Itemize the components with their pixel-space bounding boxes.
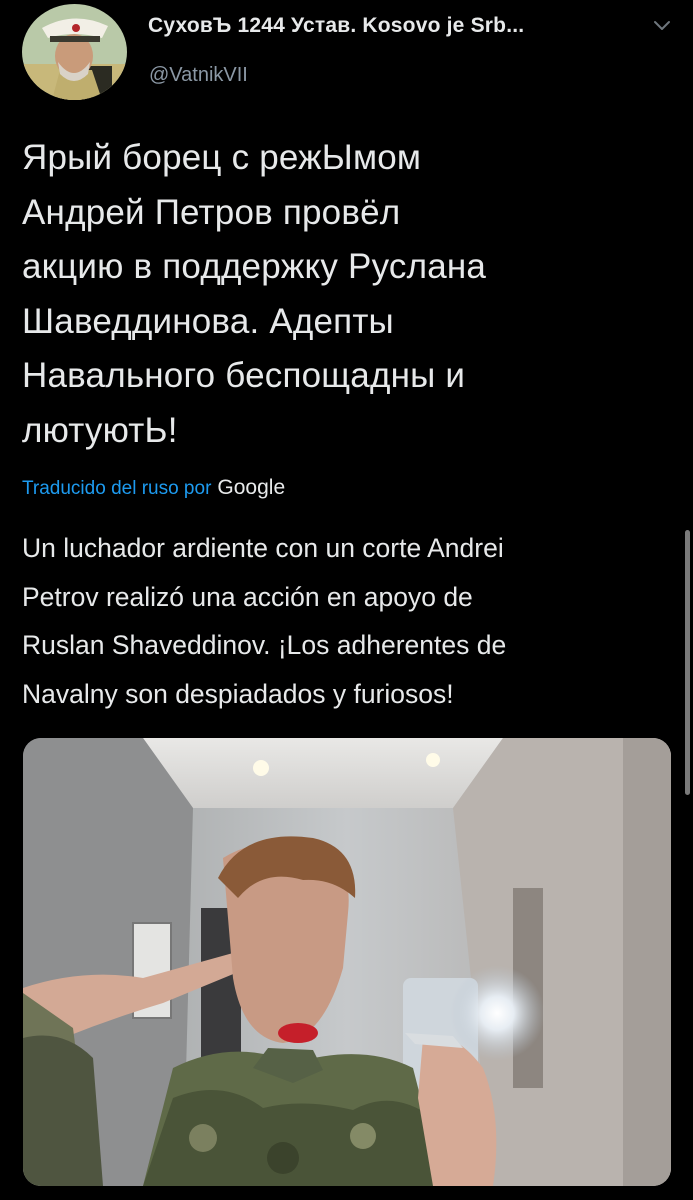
translator-name: Google: [217, 476, 286, 499]
translation-attribution[interactable]: Traducido del ruso por Google: [22, 476, 285, 500]
translated-by-label[interactable]: Traducido del ruso por: [22, 478, 211, 499]
display-name[interactable]: СуховЪ 1244 Устав. Kosovo je Srb...: [148, 14, 524, 38]
photo-image: [23, 738, 671, 1186]
chevron-down-icon[interactable]: [651, 16, 673, 34]
avatar[interactable]: [22, 4, 127, 100]
user-handle[interactable]: @VatnikVII: [149, 64, 248, 87]
translated-text: Un luchador ardiente con un corte Andrei…: [22, 533, 507, 709]
avatar-image: [22, 4, 127, 100]
scrollbar-thumb[interactable]: [685, 530, 690, 795]
tweet: СуховЪ 1244 Устав. Kosovo je Srb... @Vat…: [0, 0, 693, 1200]
tweet-text: Ярый борец с режЫмом Андрей Петров провё…: [22, 138, 487, 450]
tweet-photo[interactable]: [23, 738, 671, 1186]
